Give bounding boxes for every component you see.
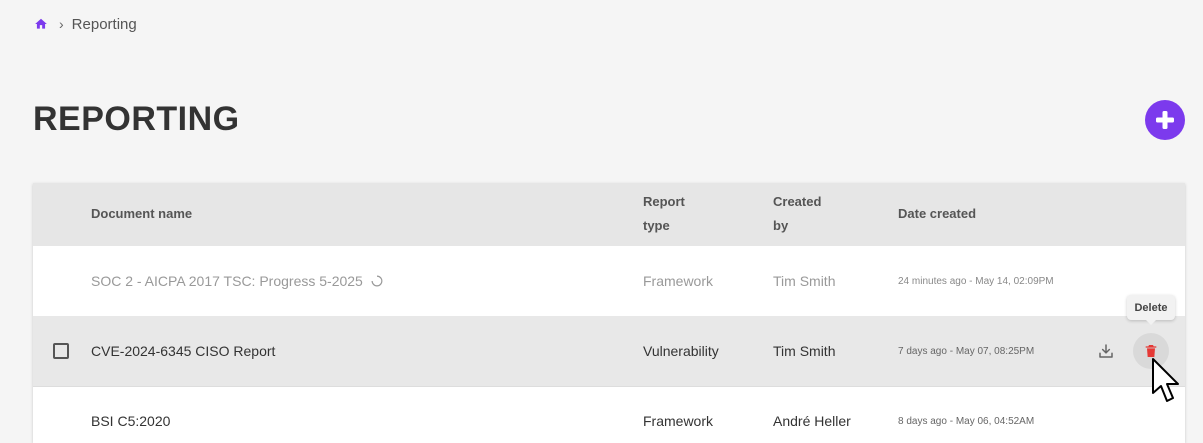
spinner-icon (371, 275, 383, 287)
date-created: 24 minutes ago - May 14, 02:09PM (898, 275, 1054, 287)
header-report-type[interactable]: Report type (643, 190, 713, 238)
table-row[interactable]: BSI C5:2020 Framework André Heller 8 day… (33, 386, 1185, 443)
download-button[interactable] (1088, 333, 1124, 369)
table-header: Document name Report type Created by Dat… (33, 183, 1185, 246)
created-by: Tim Smith (773, 273, 836, 289)
download-icon (1099, 344, 1113, 358)
report-type: Framework (643, 413, 714, 429)
reports-table: Document name Report type Created by Dat… (33, 183, 1185, 443)
header-date-created[interactable]: Date created (898, 202, 976, 226)
header-document-name[interactable]: Document name (91, 202, 192, 226)
plus-icon (1156, 111, 1174, 129)
created-by: André Heller (773, 413, 851, 429)
delete-button[interactable] (1133, 333, 1169, 369)
table-row[interactable]: CVE-2024-6345 CISO Report Vulnerability … (33, 316, 1185, 387)
breadcrumb-separator: › (59, 16, 64, 32)
created-by: Tim Smith (773, 343, 836, 359)
date-created: 8 days ago - May 06, 04:52AM (898, 415, 1035, 427)
report-type: Vulnerability (643, 343, 719, 359)
breadcrumb: › Reporting (33, 14, 137, 34)
date-created: 7 days ago - May 07, 08:25PM (898, 345, 1035, 357)
breadcrumb-current: Reporting (71, 15, 137, 33)
home-icon[interactable] (33, 16, 49, 32)
report-type: Framework (643, 273, 714, 289)
document-name: BSI C5:2020 (91, 413, 171, 429)
document-name: CVE-2024-6345 CISO Report (91, 343, 276, 359)
table-row[interactable]: SOC 2 - AICPA 2017 TSC: Progress 5-2025 … (33, 246, 1185, 317)
document-name: SOC 2 - AICPA 2017 TSC: Progress 5-2025 (91, 246, 383, 316)
page-title: REPORTING (33, 100, 240, 138)
row-checkbox[interactable] (53, 343, 69, 359)
trash-icon (1145, 345, 1157, 357)
add-report-button[interactable] (1145, 100, 1185, 140)
header-created-by[interactable]: Created by (773, 190, 843, 238)
delete-tooltip: Delete (1127, 295, 1175, 325)
